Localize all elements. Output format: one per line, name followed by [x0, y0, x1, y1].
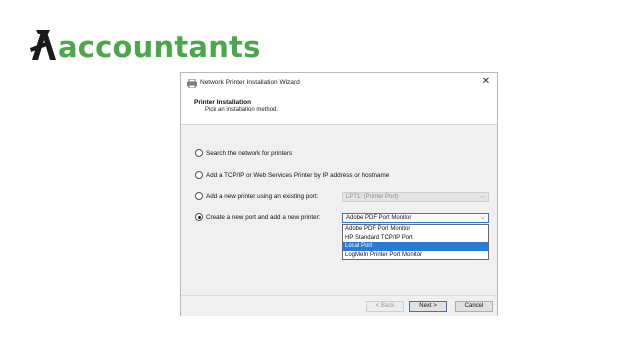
option-create-new-port[interactable]: Create a new port and add a new printer: [195, 213, 320, 221]
dropdown-item-hp-tcpip[interactable]: HP Standard TCP/IP Port [343, 234, 488, 243]
window-title: Network Printer Installation Wizard [200, 79, 300, 86]
radio-create-new-port[interactable] [195, 213, 203, 221]
chevron-down-icon: ⌵ [480, 215, 485, 221]
close-button[interactable]: ✕ [479, 75, 493, 89]
option-label: Search the network for printers [206, 149, 293, 157]
wizard-body: Search the network for printers Add a TC… [181, 125, 497, 295]
dropdown-item-adobe-pdf[interactable]: Adobe PDF Port Monitor [343, 225, 488, 234]
port-type-dropdown-list: Adobe PDF Port Monitor HP Standard TCP/I… [342, 224, 489, 260]
wizard-header: Printer Installation Pick an installatio… [181, 94, 497, 125]
printer-icon [187, 79, 197, 88]
cancel-button[interactable]: Cancel [455, 301, 493, 312]
new-port-select[interactable]: Adobe PDF Port Monitor ⌵ [342, 213, 489, 223]
back-button[interactable]: < Back [366, 301, 404, 312]
radio-search-network[interactable] [195, 149, 203, 157]
option-label: Create a new port and add a new printer: [206, 213, 321, 221]
dropdown-item-local-port[interactable]: Local Port [343, 242, 488, 251]
new-port-value: Adobe PDF Port Monitor [346, 215, 412, 221]
page-subtitle: Pick an installation method. [205, 107, 279, 113]
page-title: Printer Installation [194, 99, 252, 106]
radio-add-tcpip[interactable] [195, 171, 203, 179]
existing-port-select: LPT1: (Printer Port) ⌵ [342, 192, 489, 202]
radio-existing-port[interactable] [195, 192, 203, 200]
wizard-footer: < Back Next > Cancel [181, 295, 497, 316]
printer-wizard-dialog: Network Printer Installation Wizard ✕ Pr… [180, 72, 498, 316]
option-existing-port[interactable]: Add a new printer using an existing port… [195, 192, 318, 200]
existing-port-value: LPT1: (Printer Port) [346, 194, 399, 200]
option-label: Add a TCP/IP or Web Services Printer by … [206, 171, 390, 179]
option-search-network[interactable]: Search the network for printers [195, 149, 292, 157]
chevron-down-icon: ⌵ [480, 194, 485, 200]
dropdown-item-logmein[interactable]: LogMeIn Printer Port Monitor [343, 251, 488, 260]
title-bar: Network Printer Installation Wizard ✕ [181, 73, 497, 94]
logo-mark-icon [30, 30, 56, 60]
option-add-tcpip[interactable]: Add a TCP/IP or Web Services Printer by … [195, 171, 389, 179]
accountants-logo: accountants [30, 26, 261, 62]
logo-text: accountants [58, 30, 261, 64]
next-button[interactable]: Next > [409, 301, 447, 312]
option-label: Add a new printer using an existing port… [206, 192, 319, 200]
